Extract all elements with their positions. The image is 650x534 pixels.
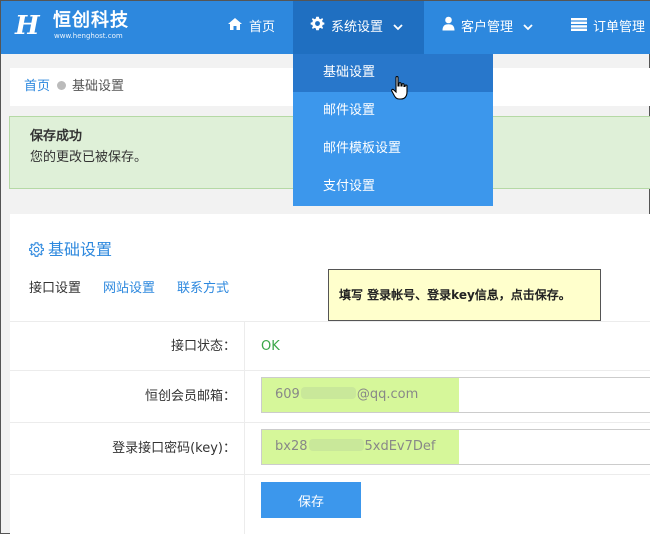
- redaction-blur: [300, 387, 356, 399]
- chevron-down-icon: [393, 1, 403, 54]
- panel-title: 基础设置: [29, 240, 112, 262]
- redaction-blur: [308, 439, 364, 451]
- nav-order-label: 订单管理: [593, 20, 646, 35]
- dropdown-item-payment-settings[interactable]: 支付设置: [293, 168, 493, 206]
- gear-outline-icon: [29, 242, 44, 262]
- nav-order-management[interactable]: 订单管理: [571, 1, 645, 54]
- nav-system-settings[interactable]: 系统设置: [293, 1, 424, 54]
- tab-site-settings[interactable]: 网站设置: [103, 280, 155, 298]
- hand-cursor-icon: [390, 75, 410, 101]
- email-suffix: @qq.com: [356, 387, 419, 402]
- nav-customer-management[interactable]: 客户管理: [442, 1, 533, 54]
- email-prefix: 609: [275, 387, 300, 402]
- nav-home-label: 首页: [249, 20, 276, 35]
- logo-url: www.henghost.com: [54, 32, 123, 40]
- list-icon: [571, 1, 587, 54]
- key-suffix: 5xdEv7Def: [364, 439, 436, 454]
- top-navbar: H 恒创科技 www.henghost.com 首页 系统设置 客户管理 订单管…: [1, 1, 650, 54]
- nav-customer-label: 客户管理: [461, 20, 514, 35]
- breadcrumb-separator: [57, 81, 67, 90]
- breadcrumb-home-link[interactable]: 首页: [24, 79, 50, 94]
- key-field[interactable]: bx28 5xdEv7Def: [261, 429, 650, 465]
- logo[interactable]: H 恒创科技 www.henghost.com: [15, 10, 145, 42]
- status-label: 接口状态：: [10, 322, 245, 370]
- status-value: OK: [261, 339, 280, 354]
- key-label: 登录接口密码(key)：: [10, 423, 245, 474]
- key-value: bx28 5xdEv7Def: [275, 430, 435, 464]
- save-button[interactable]: 保存: [261, 482, 361, 518]
- logo-title: 恒创科技: [53, 10, 129, 31]
- user-icon: [442, 1, 455, 54]
- nav-system-label: 系统设置: [331, 20, 384, 35]
- email-field[interactable]: 609 @qq.com: [261, 377, 650, 413]
- panel-title-text: 基础设置: [48, 240, 113, 259]
- gear-icon: [310, 1, 325, 54]
- actions-label-cell: [10, 475, 245, 534]
- instruction-note: 填写 登录帐号、登录key信息，点击保存。: [328, 269, 601, 321]
- home-icon: [227, 1, 243, 54]
- tab-interface-settings[interactable]: 接口设置: [29, 280, 81, 298]
- dropdown-item-email-template-settings[interactable]: 邮件模板设置: [293, 130, 493, 168]
- tab-contact[interactable]: 联系方式: [177, 280, 229, 298]
- form-row-actions: 保存: [10, 474, 650, 534]
- email-value: 609 @qq.com: [275, 378, 418, 412]
- nav-home[interactable]: 首页: [227, 1, 275, 54]
- chevron-down-icon: [523, 1, 533, 54]
- form-row-email: 恒创会员邮箱： 609 @qq.com: [10, 370, 650, 422]
- logo-mark: H: [15, 11, 40, 41]
- email-label: 恒创会员邮箱：: [10, 371, 245, 422]
- form-row-key: 登录接口密码(key)： bx28 5xdEv7Def: [10, 422, 650, 474]
- settings-panel: 基础设置 接口设置 网站设置 联系方式 接口状态： OK 恒创会员邮箱： 609…: [10, 214, 650, 534]
- breadcrumb-current: 基础设置: [72, 79, 125, 94]
- form-row-status: 接口状态： OK: [10, 321, 650, 370]
- key-prefix: bx28: [275, 439, 308, 454]
